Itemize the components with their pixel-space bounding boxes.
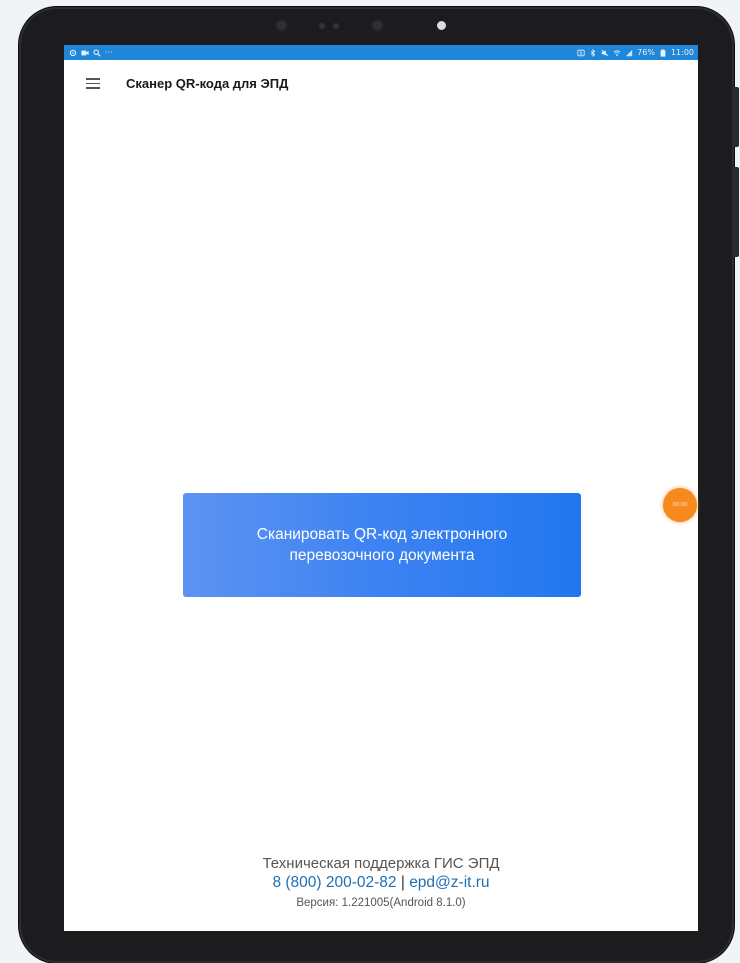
- bluetooth-icon: [590, 48, 596, 57]
- support-footer: Техническая поддержка ГИС ЭПД 8 (800) 20…: [64, 854, 698, 913]
- app-screen: ··· N 76% 11:00 Сканер QR-кода для ЭПД С…: [64, 45, 698, 931]
- menu-icon-line: [86, 87, 100, 89]
- support-contacts: 8 (800) 200-02-82 | epd@z-it.ru: [64, 873, 698, 893]
- signal-icon: [625, 49, 633, 56]
- support-title: Техническая поддержка ГИС ЭПД: [262, 855, 500, 872]
- battery-icon: [660, 48, 666, 57]
- battery-percent: 76%: [637, 48, 655, 57]
- svg-text:N: N: [580, 50, 583, 55]
- light-sensor-dot: [437, 21, 446, 30]
- status-bar-left: ···: [69, 48, 113, 57]
- menu-icon-line: [86, 82, 100, 85]
- scan-qr-button[interactable]: Сканировать QR-код электронного перевозо…: [183, 493, 581, 597]
- app-bar: Сканер QR-кода для ЭПД: [64, 60, 698, 107]
- app-version: Версия: 1.221005(Android 8.1.0): [296, 897, 466, 909]
- nfc-icon: N: [577, 49, 585, 56]
- contacts-separator: |: [400, 874, 405, 891]
- more-notifications-icon: ···: [105, 48, 113, 57]
- power-button: [733, 87, 739, 147]
- settings-icon: [69, 49, 77, 56]
- status-bar: ··· N 76% 11:00: [64, 45, 698, 60]
- search-icon: [93, 48, 101, 57]
- wifi-icon: [613, 49, 621, 56]
- iris-camera-icon: [373, 21, 382, 30]
- support-email-link[interactable]: epd@z-it.ru: [409, 874, 489, 891]
- mute-icon: [601, 49, 609, 56]
- menu-icon-line: [86, 78, 100, 80]
- page-title: Сканер QR-кода для ЭПД: [126, 76, 289, 91]
- floating-recorder-bubble[interactable]: 00:00: [663, 488, 697, 522]
- support-phone-link[interactable]: 8 (800) 200-02-82: [272, 874, 396, 891]
- video-icon: [81, 50, 89, 55]
- scan-qr-button-label: Сканировать QR-код электронного перевозо…: [256, 526, 508, 564]
- status-bar-right: N 76% 11:00: [577, 48, 694, 57]
- sensor-dot: [333, 23, 339, 29]
- bubble-timer: 00:00: [672, 502, 688, 508]
- sensor-dot: [319, 23, 325, 29]
- front-camera-icon: [277, 21, 286, 30]
- menu-icon[interactable]: [82, 72, 106, 96]
- status-time: 11:00: [670, 48, 694, 57]
- volume-button: [733, 167, 739, 257]
